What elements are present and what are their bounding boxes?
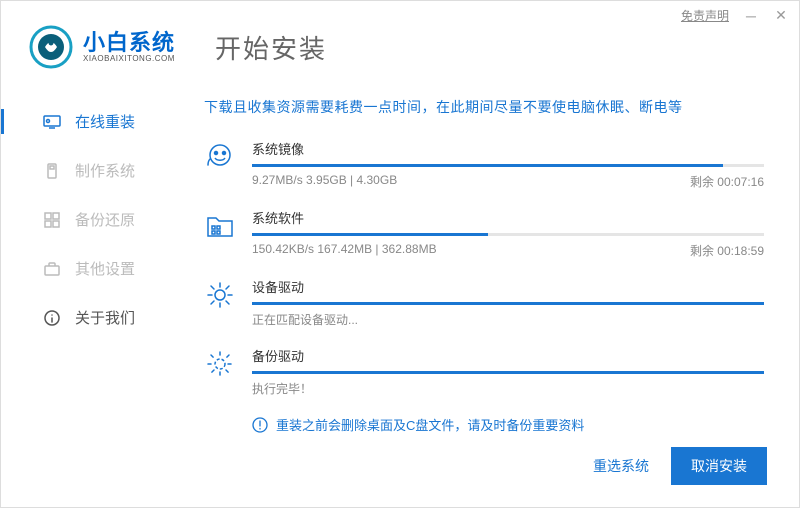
sidebar-item-settings[interactable]: 其他设置 xyxy=(1,244,176,293)
sidebar-item-label: 在线重装 xyxy=(75,111,135,132)
sidebar-item-label: 其他设置 xyxy=(75,258,135,279)
info-icon xyxy=(43,309,61,327)
gear-dashed-icon xyxy=(204,348,236,380)
progress-bar xyxy=(252,371,764,374)
briefcase-icon xyxy=(43,260,61,278)
header: 小白系统 XIAOBAIXITONG.COM 开始安装 xyxy=(1,1,799,87)
sidebar-item-label: 关于我们 xyxy=(75,307,135,328)
disclaimer-link[interactable]: 免责声明 xyxy=(681,7,729,24)
sidebar-item-reinstall[interactable]: 在线重装 xyxy=(1,97,176,146)
alert-icon xyxy=(252,417,268,433)
task-stats: 9.27MB/s 3.95GB | 4.30GB xyxy=(252,173,397,190)
minimize-button[interactable]: ─ xyxy=(743,8,759,24)
task-stats: 执行完毕！ xyxy=(252,380,312,397)
sidebar-item-backup[interactable]: 备份还原 xyxy=(1,195,176,244)
close-button[interactable]: ✕ xyxy=(773,7,789,24)
progress-bar xyxy=(252,164,764,167)
reselect-button[interactable]: 重选系统 xyxy=(593,456,649,476)
brand-url: XIAOBAIXITONG.COM xyxy=(83,54,175,63)
logo-icon xyxy=(29,25,73,69)
usb-icon xyxy=(43,162,61,180)
brand-name: 小白系统 xyxy=(83,32,175,54)
cancel-install-button[interactable]: 取消安装 xyxy=(671,447,767,485)
gear-icon xyxy=(204,279,236,311)
task-title: 备份驱动 xyxy=(252,346,764,365)
task-backup-driver: 备份驱动 执行完毕！ xyxy=(204,346,764,397)
task-stats: 150.42KB/s 167.42MB | 362.88MB xyxy=(252,242,437,259)
task-system-software: 系统软件 150.42KB/s 167.42MB | 362.88MB 剩余 0… xyxy=(204,208,764,259)
sidebar: 在线重装 制作系统 备份还原 其他设置 关于我们 xyxy=(1,87,176,434)
notice-text: 下载且收集资源需要耗费一点时间，在此期间尽量不要使电脑休眠、断电等 xyxy=(204,97,764,117)
task-remaining: 剩余 00:18:59 xyxy=(690,242,764,259)
task-device-driver: 设备驱动 正在匹配设备驱动... xyxy=(204,277,764,328)
image-icon xyxy=(204,141,236,173)
task-remaining: 剩余 00:07:16 xyxy=(690,173,764,190)
sidebar-item-label: 备份还原 xyxy=(75,209,135,230)
warning-row: 重装之前会删除桌面及C盘文件，请及时备份重要资料 xyxy=(252,415,764,434)
grid-icon xyxy=(43,211,61,229)
main-content: 下载且收集资源需要耗费一点时间，在此期间尽量不要使电脑休眠、断电等 系统镜像 9… xyxy=(176,87,799,434)
folder-icon xyxy=(204,210,236,242)
sidebar-item-label: 制作系统 xyxy=(75,160,135,181)
task-title: 系统镜像 xyxy=(252,139,764,158)
task-stats: 正在匹配设备驱动... xyxy=(252,311,358,328)
logo: 小白系统 XIAOBAIXITONG.COM xyxy=(29,25,175,69)
progress-bar xyxy=(252,233,764,236)
task-title: 设备驱动 xyxy=(252,277,764,296)
sidebar-item-create[interactable]: 制作系统 xyxy=(1,146,176,195)
task-title: 系统软件 xyxy=(252,208,764,227)
page-title: 开始安装 xyxy=(215,29,327,66)
progress-bar xyxy=(252,302,764,305)
task-system-image: 系统镜像 9.27MB/s 3.95GB | 4.30GB 剩余 00:07:1… xyxy=(204,139,764,190)
footer: 重选系统 取消安装 xyxy=(593,447,767,485)
sidebar-item-about[interactable]: 关于我们 xyxy=(1,293,176,342)
warning-text: 重装之前会删除桌面及C盘文件，请及时备份重要资料 xyxy=(276,415,584,434)
monitor-icon xyxy=(43,113,61,131)
